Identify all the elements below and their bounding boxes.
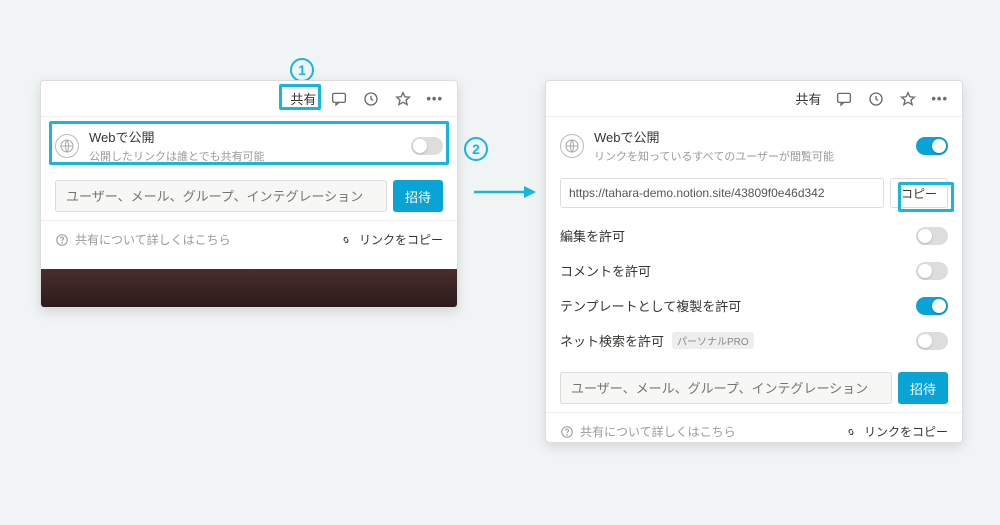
- permission-label: ネット検索を許可パーソナルPRO: [560, 331, 754, 350]
- step-badge-2: 2: [464, 137, 488, 161]
- learn-more-link[interactable]: 共有について詳しくはこちら: [55, 231, 231, 248]
- share-button[interactable]: 共有: [795, 89, 821, 108]
- invite-button[interactable]: 招待: [393, 180, 443, 212]
- globe-icon: [560, 134, 584, 158]
- invite-row: 招待: [546, 364, 962, 412]
- permission-label: コメントを許可: [560, 261, 651, 280]
- step-badge-1: 1: [290, 58, 314, 82]
- publish-toggle[interactable]: [411, 137, 443, 155]
- publish-web-row[interactable]: Webで公開 リンクを知っているすべてのユーザーが閲覧可能: [546, 117, 962, 174]
- share-button[interactable]: 共有: [290, 89, 316, 108]
- permission-row: テンプレートとして複製を許可: [546, 288, 962, 323]
- learn-more-label: 共有について詳しくはこちら: [75, 231, 231, 248]
- page-topbar: 共有 •••: [546, 81, 962, 117]
- public-url-row: コピー: [546, 174, 962, 218]
- favorite-icon[interactable]: [899, 90, 917, 108]
- copy-link-label: リンクをコピー: [864, 423, 948, 440]
- learn-more-label: 共有について詳しくはこちら: [580, 423, 736, 440]
- updates-icon[interactable]: [867, 90, 885, 108]
- publish-toggle[interactable]: [916, 137, 948, 155]
- background-strip: [41, 269, 457, 307]
- permission-toggle[interactable]: [916, 227, 948, 245]
- share-footer: 共有について詳しくはこちら リンクをコピー: [546, 412, 962, 443]
- publish-title: Webで公開: [594, 127, 834, 146]
- favorite-icon[interactable]: [394, 90, 412, 108]
- updates-icon[interactable]: [362, 90, 380, 108]
- permission-label: テンプレートとして複製を許可: [560, 296, 741, 315]
- publish-web-row[interactable]: Webで公開 公開したリンクは誰とでも共有可能: [41, 117, 457, 174]
- comments-icon[interactable]: [330, 90, 348, 108]
- arrow-icon: [474, 183, 536, 201]
- public-url-input[interactable]: [560, 178, 884, 208]
- invite-button[interactable]: 招待: [898, 372, 948, 404]
- globe-icon: [55, 134, 79, 158]
- publish-title: Webで公開: [89, 127, 265, 146]
- copy-link-button[interactable]: リンクをコピー: [339, 231, 443, 248]
- share-menu-initial: 共有 ••• Webで公開 公開したリンクは誰とでも共有可能 招待: [40, 80, 458, 308]
- permission-row: 編集を許可: [546, 218, 962, 253]
- invite-row: 招待: [41, 174, 457, 220]
- copy-button[interactable]: コピー: [890, 178, 948, 208]
- share-footer: 共有について詳しくはこちら リンクをコピー: [41, 220, 457, 258]
- copy-link-label: リンクをコピー: [359, 231, 443, 248]
- publish-subtitle: 公開したリンクは誰とでも共有可能: [89, 148, 265, 164]
- permission-row: コメントを許可: [546, 253, 962, 288]
- publish-subtitle: リンクを知っているすべてのユーザーが閲覧可能: [594, 148, 834, 164]
- permission-toggle[interactable]: [916, 332, 948, 350]
- invite-input[interactable]: [55, 180, 387, 212]
- page-topbar: 共有 •••: [41, 81, 457, 117]
- more-icon[interactable]: •••: [426, 91, 443, 106]
- learn-more-link[interactable]: 共有について詳しくはこちら: [560, 423, 736, 440]
- pro-badge: パーソナルPRO: [672, 332, 754, 349]
- share-menu-expanded: 共有 ••• Webで公開 リンクを知っているすべてのユーザーが閲覧可能 コピー: [545, 80, 963, 443]
- invite-input[interactable]: [560, 372, 892, 404]
- permission-row: ネット検索を許可パーソナルPRO: [546, 323, 962, 358]
- permission-toggle[interactable]: [916, 262, 948, 280]
- permission-toggle[interactable]: [916, 297, 948, 315]
- more-icon[interactable]: •••: [931, 91, 948, 106]
- copy-link-button[interactable]: リンクをコピー: [844, 423, 948, 440]
- comments-icon[interactable]: [835, 90, 853, 108]
- permission-label: 編集を許可: [560, 226, 625, 245]
